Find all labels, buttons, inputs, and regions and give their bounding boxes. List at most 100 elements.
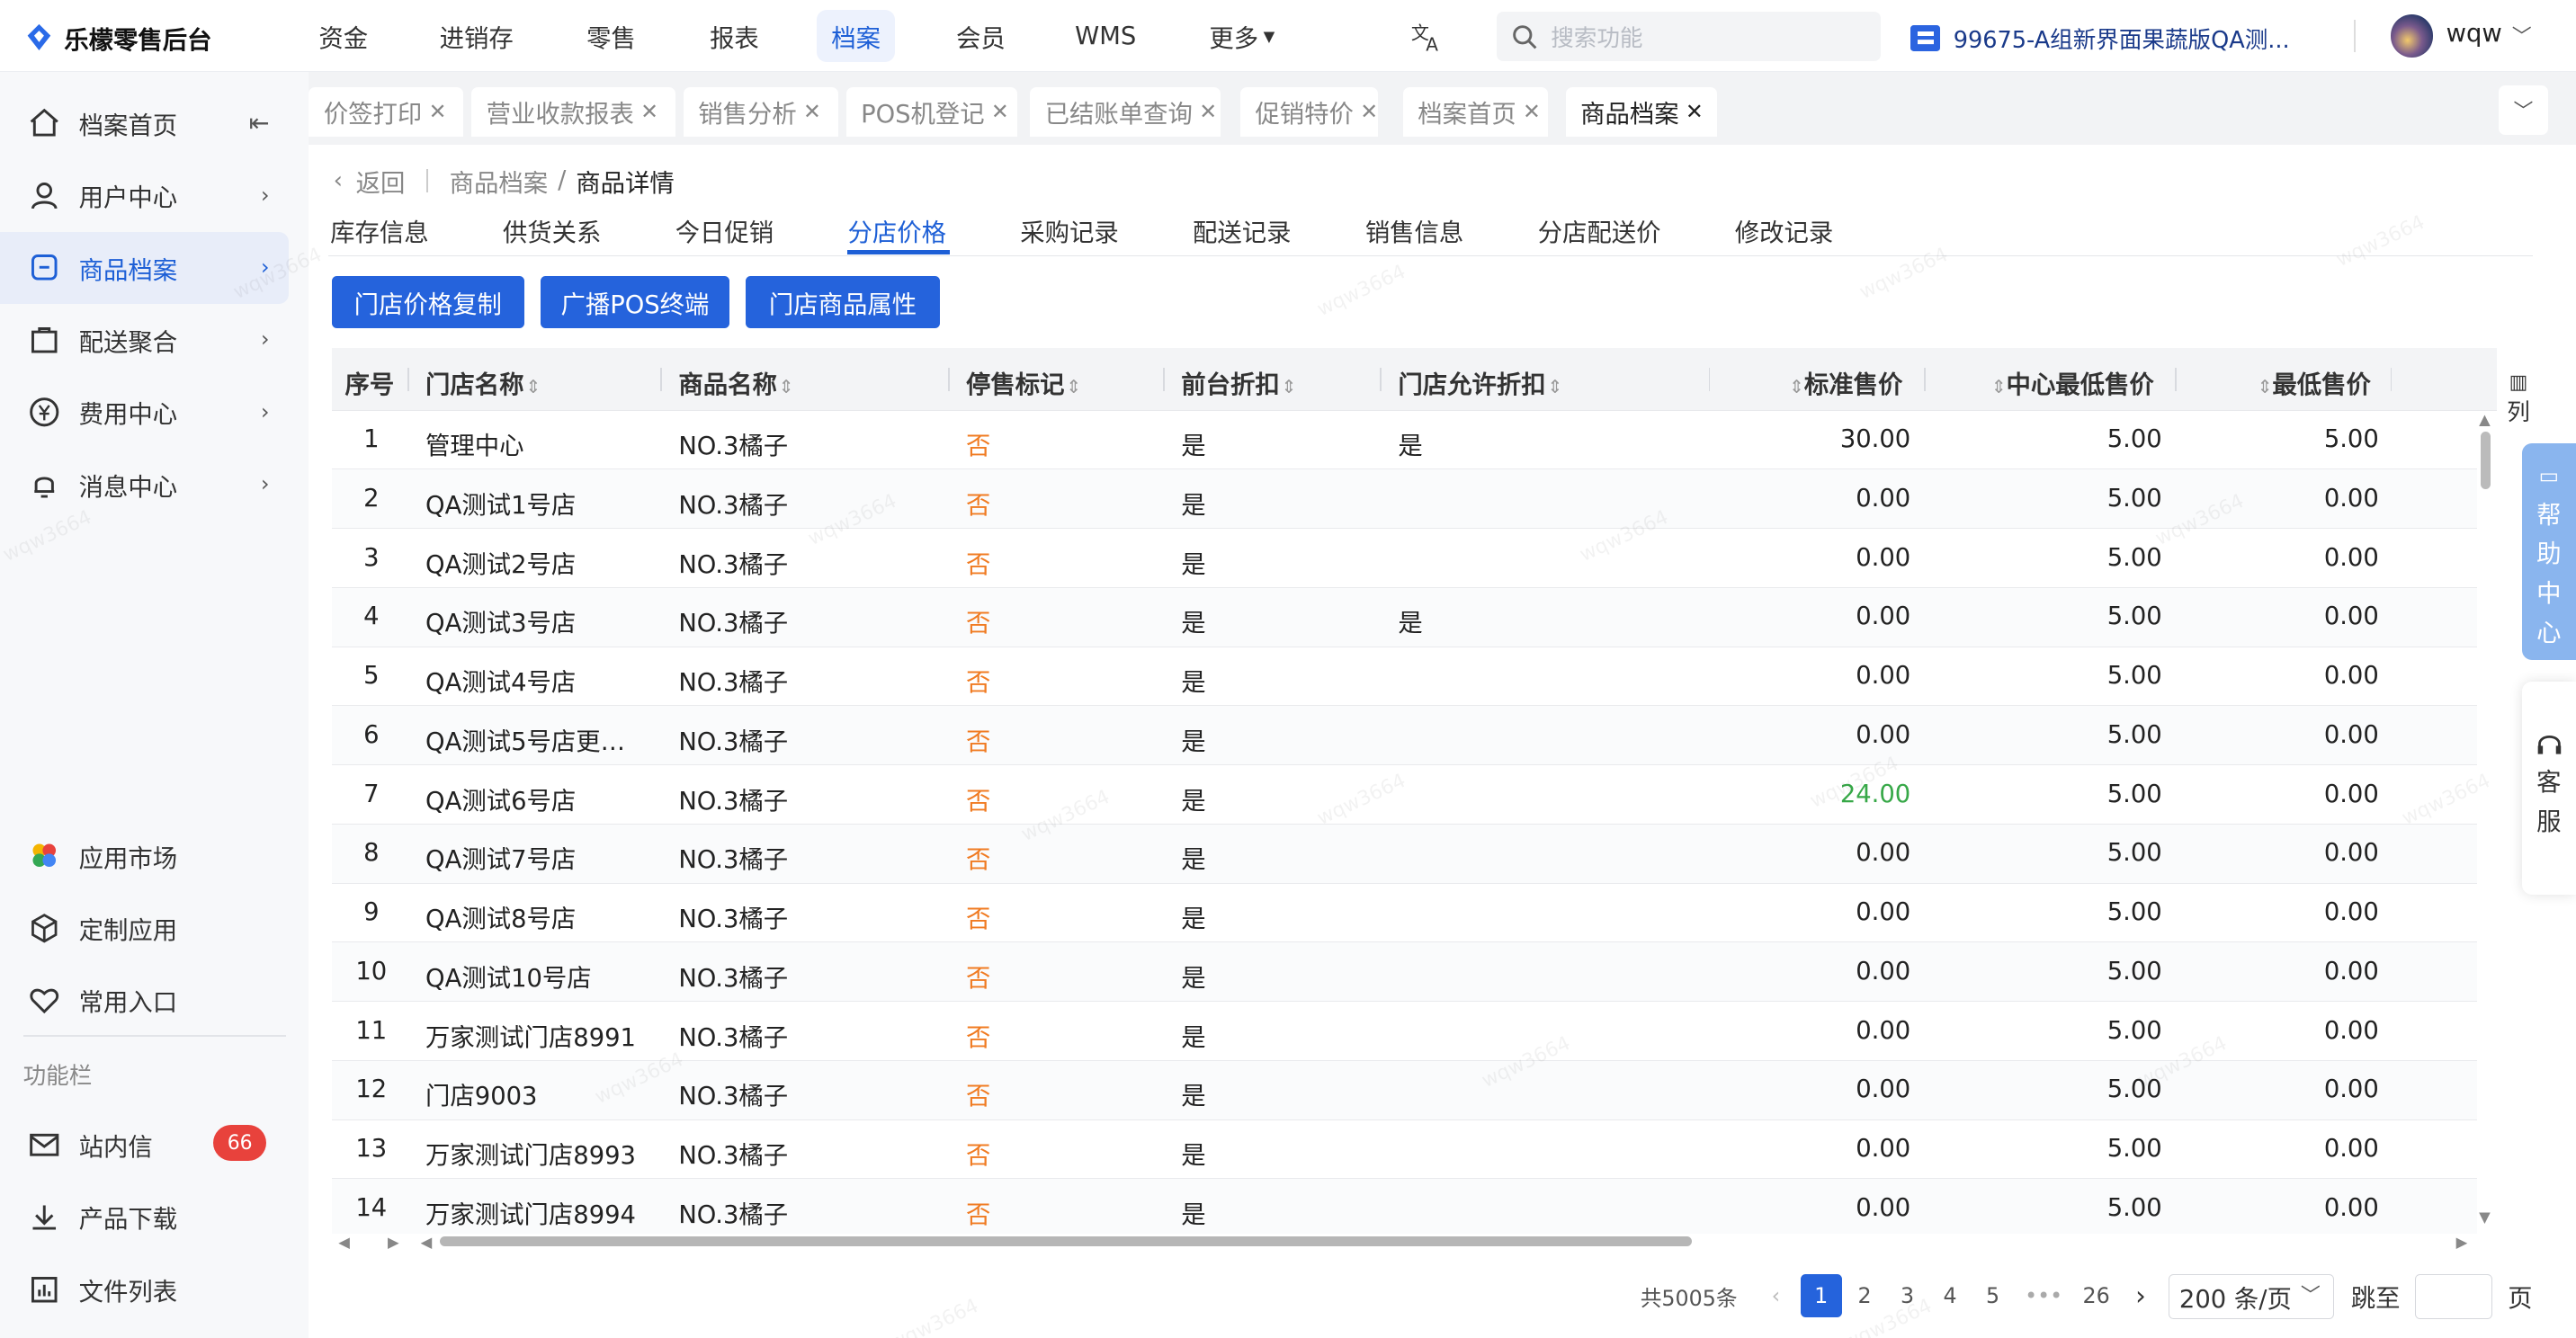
- page-1[interactable]: 1: [1800, 1274, 1842, 1317]
- tab-promotion[interactable]: 促销特价 ✕: [1240, 86, 1379, 137]
- nav-retail[interactable]: 零售: [567, 10, 656, 62]
- scroll-left-icon[interactable]: ◀: [421, 1234, 433, 1251]
- table-row[interactable]: 13 万家测试门店8993 NO.3橘子 否 是 0.00 5.00 0.00: [331, 1120, 2478, 1180]
- col-min-price[interactable]: ⇕最低售价: [2256, 364, 2371, 400]
- close-icon[interactable]: ✕: [991, 99, 1009, 124]
- back-arrow-icon[interactable]: ‹: [334, 167, 343, 194]
- copy-store-price-button[interactable]: 门店价格复制: [331, 275, 524, 329]
- col-stop-flag[interactable]: 停售标记 ⇕: [966, 364, 1081, 400]
- column-settings[interactable]: ▥ 列: [2497, 348, 2539, 447]
- horizontal-scrollbar[interactable]: ◀ ▶ ◀ ▶: [332, 1232, 2477, 1252]
- col-std-price[interactable]: ⇕标准售价: [1787, 364, 1902, 400]
- col-store-allow-discount[interactable]: 门店允许折扣 ⇕: [1398, 364, 1562, 400]
- scroll-right-icon[interactable]: ▶: [388, 1234, 399, 1251]
- sort-icon[interactable]: ⇕: [1991, 376, 2007, 397]
- close-icon[interactable]: ✕: [1360, 99, 1378, 124]
- sidebar-item-custom-app[interactable]: 定制应用: [0, 892, 289, 964]
- table-row[interactable]: 8 QA测试7号店 NO.3橘子 否 是 0.00 5.00 0.00: [331, 824, 2478, 884]
- chevron-down-icon[interactable]: ﹀: [2512, 22, 2532, 49]
- customer-service-button[interactable]: 客服: [2521, 681, 2576, 896]
- chevron-down-icon[interactable]: ﹀: [2499, 85, 2548, 135]
- sort-icon[interactable]: ⇕: [1547, 376, 1562, 397]
- breadcrumb-parent[interactable]: 商品档案: [450, 163, 549, 199]
- tab-sales-analysis[interactable]: 销售分析 ✕: [683, 86, 838, 137]
- table-row[interactable]: 9 QA测试8号店 NO.3橘子 否 是 0.00 5.00 0.00: [331, 884, 2478, 943]
- nav-more[interactable]: 更多 ▼: [1193, 10, 1292, 62]
- next-page-icon[interactable]: ›: [2124, 1274, 2158, 1316]
- close-icon[interactable]: ✕: [1686, 99, 1704, 124]
- sidebar-item-file-list[interactable]: 文件列表: [0, 1253, 289, 1325]
- scroll-up-icon[interactable]: ▲: [2479, 411, 2491, 428]
- page-4[interactable]: 4: [1932, 1274, 1968, 1316]
- tab-archive-home[interactable]: 档案首页 ✕: [1402, 86, 1548, 137]
- tab-product-archive[interactable]: 商品档案 ✕: [1565, 86, 1717, 137]
- sort-icon[interactable]: ⇕: [1789, 376, 1804, 397]
- tab-branch-delivery-price[interactable]: 分店配送价: [1538, 212, 1661, 248]
- col-product-name[interactable]: 商品名称 ⇕: [678, 364, 793, 400]
- table-row[interactable]: 3 QA测试2号店 NO.3橘子 否 是 0.00 5.00 0.00: [331, 529, 2478, 588]
- tab-branch-price[interactable]: 分店价格: [847, 212, 946, 248]
- tab-revenue-report[interactable]: 营业收款报表 ✕: [471, 86, 675, 137]
- sort-icon[interactable]: ⇕: [779, 376, 794, 397]
- sort-icon[interactable]: ⇕: [1282, 376, 1297, 397]
- search-input[interactable]: 搜索功能: [1496, 11, 1882, 61]
- table-row[interactable]: 10 QA测试10号店 NO.3橘子 否 是 0.00 5.00 0.00: [331, 942, 2478, 1003]
- tab-settled-bills[interactable]: 已结账单查询 ✕: [1030, 86, 1221, 137]
- page-size-select[interactable]: 200 条/页 ﹀: [2168, 1274, 2335, 1319]
- sort-icon[interactable]: ⇕: [2258, 376, 2273, 397]
- vertical-scrollbar[interactable]: ▲ ▼: [2477, 411, 2497, 1234]
- table-row[interactable]: 12 门店9003 NO.3橘子 否 是 0.00 5.00 0.00: [331, 1060, 2478, 1120]
- close-icon[interactable]: ✕: [1199, 99, 1217, 124]
- prev-page-icon[interactable]: ‹: [1759, 1274, 1793, 1316]
- sidebar-item-cost-center[interactable]: 费用中心 ›: [0, 376, 289, 448]
- sidebar-item-product-archive[interactable]: 商品档案 ›: [0, 231, 290, 304]
- col-front-discount[interactable]: 前台折扣 ⇕: [1181, 364, 1296, 400]
- tab-today-promo[interactable]: 今日促销: [675, 212, 774, 248]
- app-logo[interactable]: 乐檬零售后台: [24, 20, 211, 56]
- close-icon[interactable]: ✕: [803, 99, 821, 124]
- sidebar-item-archive-home[interactable]: 档案首页 ⇤: [0, 87, 289, 159]
- page-5[interactable]: 5: [1974, 1274, 2010, 1316]
- tab-change-log[interactable]: 修改记录: [1735, 212, 1834, 248]
- table-row[interactable]: 4 QA测试3号店 NO.3橘子 否 是 是 0.00 5.00 0.00: [331, 587, 2478, 647]
- sidebar-item-user-center[interactable]: 用户中心 ›: [0, 159, 289, 231]
- scroll-right-icon[interactable]: ▶: [2456, 1234, 2468, 1251]
- org-switcher[interactable]: 99675-A组新界面果蔬版QA测...: [1910, 22, 2290, 55]
- sort-icon[interactable]: ⇕: [1066, 376, 1081, 397]
- nav-archive[interactable]: 档案: [816, 9, 896, 63]
- help-center-button[interactable]: ▭ 帮助中心: [2521, 443, 2576, 661]
- scroll-left-icon[interactable]: ◀: [338, 1234, 350, 1251]
- col-store-name[interactable]: 门店名称 ⇕: [425, 364, 541, 400]
- close-icon[interactable]: ✕: [429, 99, 447, 124]
- scroll-thumb[interactable]: [2481, 432, 2491, 490]
- sort-icon[interactable]: ⇕: [525, 376, 541, 397]
- page-2[interactable]: 2: [1847, 1274, 1883, 1316]
- page-26[interactable]: 26: [2073, 1274, 2119, 1316]
- translate-icon[interactable]: 文A: [1409, 18, 1445, 54]
- back-link[interactable]: 返回: [356, 163, 406, 199]
- tab-sales-info[interactable]: 销售信息: [1365, 212, 1464, 248]
- table-row[interactable]: 7 QA测试6号店 NO.3橘子 否 是 24.00 5.00 0.00: [331, 765, 2478, 825]
- table-row[interactable]: 14 万家测试门店8994 NO.3橘子 否 是 0.00 5.00 0.00: [331, 1179, 2478, 1234]
- table-row[interactable]: 1 管理中心 NO.3橘子 否 是 是 30.00 5.00 5.00: [331, 411, 2478, 470]
- scroll-thumb[interactable]: [440, 1236, 1693, 1247]
- table-row[interactable]: 5 QA测试4号店 NO.3橘子 否 是 0.00 5.00 0.00: [331, 647, 2478, 707]
- sidebar-item-download[interactable]: 产品下载: [0, 1181, 289, 1253]
- broadcast-pos-button[interactable]: 广播POS终端: [540, 275, 729, 329]
- scroll-down-icon[interactable]: ▼: [2479, 1209, 2491, 1226]
- collapse-sidebar-icon[interactable]: ⇤: [249, 110, 270, 138]
- tab-price-tag[interactable]: 价签打印 ✕: [309, 86, 464, 137]
- nav-report[interactable]: 报表: [690, 10, 779, 62]
- table-row[interactable]: 11 万家测试门店8991 NO.3橘子 否 是 0.00 5.00 0.00: [331, 1002, 2478, 1061]
- nav-member[interactable]: 会员: [936, 10, 1025, 62]
- tab-delivery-record[interactable]: 配送记录: [1193, 212, 1292, 248]
- close-icon[interactable]: ✕: [640, 99, 658, 124]
- tab-purchase-record[interactable]: 采购记录: [1020, 212, 1119, 248]
- page-3[interactable]: 3: [1889, 1274, 1925, 1316]
- nav-funds[interactable]: 资金: [299, 10, 388, 62]
- sidebar-item-message-center[interactable]: 消息中心 ›: [0, 449, 289, 521]
- col-center-min-price[interactable]: ⇕中心最低售价: [1990, 364, 2154, 400]
- table-row[interactable]: 2 QA测试1号店 NO.3橘子 否 是 0.00 5.00 0.00: [331, 469, 2478, 530]
- tab-stock-info[interactable]: 库存信息: [330, 212, 429, 248]
- sidebar-item-app-market[interactable]: 应用市场: [0, 819, 289, 891]
